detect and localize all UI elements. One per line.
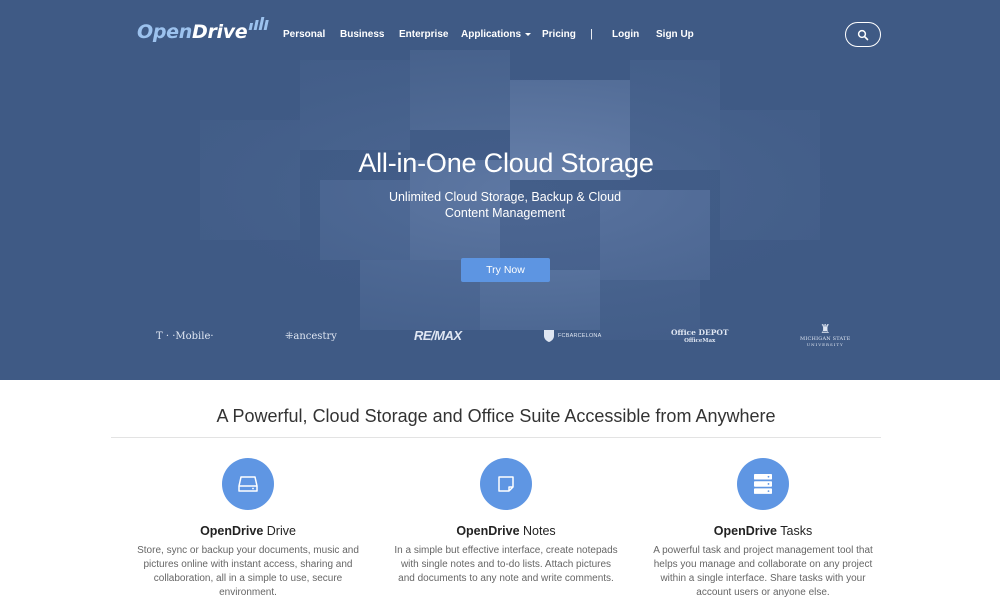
fc-barcelona-logo: FCBARCELONA — [543, 329, 601, 343]
feature-title[interactable]: OpenDrive Notes — [381, 524, 631, 538]
feature-description: Store, sync or backup your documents, mu… — [123, 544, 373, 600]
try-now-button[interactable]: Try Now — [461, 258, 550, 282]
nav-business[interactable]: Business — [340, 29, 384, 40]
feature-title-brand: OpenDrive — [456, 524, 520, 538]
features-section-title: A Powerful, Cloud Storage and Office Sui… — [216, 406, 776, 426]
server-stack-icon[interactable] — [737, 458, 789, 510]
section-divider — [111, 437, 881, 438]
feature-description-line: In a simple but effective interface, cre… — [394, 545, 618, 556]
nav-applications[interactable]: Applications — [461, 29, 532, 40]
office-depot-logo-text: Office DEPOT — [671, 328, 729, 337]
michigan-state-logo: ♜ MICHIGAN STATE UNIVERSITY — [800, 322, 850, 348]
nav-applications-label: Applications — [461, 29, 522, 40]
opendrive-logo[interactable]: Open Drive — [137, 17, 270, 43]
feature-title-product: Tasks — [777, 524, 813, 538]
top-navigation: Open Drive Personal Business Enterprise A… — [0, 0, 1000, 70]
ancestry-logo-text: ancestry — [293, 331, 337, 342]
spartan-helmet-icon: ♜ — [819, 322, 831, 336]
feature-description-line: collaboration, all in a simple to use, s… — [153, 573, 343, 584]
nav-enterprise[interactable]: Enterprise — [399, 29, 448, 40]
hero-section: Open Drive Personal Business Enterprise A… — [0, 0, 1000, 380]
feature-description: A powerful task and project management t… — [638, 544, 888, 600]
feature-title-brand: OpenDrive — [713, 524, 777, 538]
hero-title: All-in-One Cloud Storage — [358, 148, 654, 178]
notes-icon[interactable] — [480, 458, 532, 510]
feature-notes: OpenDrive Notes In a simple but effectiv… — [381, 458, 631, 586]
officemax-logo-text: OfficeMax — [684, 338, 716, 344]
fc-barcelona-logo-text: FCBARCELONA — [558, 333, 602, 339]
logo-text-open: Open — [137, 21, 192, 43]
feature-title-product: Notes — [519, 524, 556, 538]
feature-description-line: environment. — [219, 587, 277, 598]
nav-separator: | — [590, 28, 593, 40]
feature-description: In a simple but effective interface, cre… — [381, 544, 631, 586]
nav-login[interactable]: Login — [612, 29, 639, 40]
feature-description-line: with single notes and to-do lists. Attac… — [400, 559, 612, 570]
feature-title[interactable]: OpenDrive Drive — [123, 524, 373, 538]
nav-pricing[interactable]: Pricing — [542, 29, 576, 40]
feature-tasks: OpenDrive Tasks A powerful task and proj… — [638, 458, 888, 600]
search-icon — [857, 29, 869, 40]
hero-subtitle-line: Content Management — [444, 206, 566, 220]
feature-description-line: helps you manage and collaborate on any … — [653, 559, 873, 570]
feature-drive: OpenDrive Drive Store, sync or backup yo… — [123, 458, 373, 600]
ancestry-logo: ⁜ancestry — [285, 331, 337, 342]
tmobile-logo: T · ·Mobile· — [156, 331, 214, 342]
logo-text-drive: Drive — [191, 21, 248, 43]
university-logo-text: UNIVERSITY — [806, 342, 844, 347]
office-depot-logo: Office DEPOT OfficeMax — [671, 329, 728, 345]
hero-subtitle-line: Unlimited Cloud Storage, Backup & Cloud — [388, 190, 622, 204]
search-button[interactable] — [845, 22, 881, 47]
feature-description-line: A powerful task and project management t… — [653, 545, 873, 556]
nav-personal[interactable]: Personal — [283, 29, 325, 40]
logo-bars-icon — [249, 17, 270, 30]
caret-down-icon — [525, 32, 532, 36]
crest-icon — [544, 330, 554, 342]
remax-logo: RE/MAX — [414, 328, 462, 343]
feature-description-line: pictures online with instant access, sha… — [143, 559, 353, 570]
feature-description-line: and documents to any note and write comm… — [398, 573, 614, 584]
hard-drive-icon[interactable] — [222, 458, 274, 510]
feature-description-line: Store, sync or backup your documents, mu… — [137, 545, 359, 556]
feature-description-line: account users or anyone else. — [696, 587, 830, 598]
hero-subtitle: Unlimited Cloud Storage, Backup & Cloud … — [0, 189, 1000, 221]
feature-description-line: within a single interface. Share tasks w… — [660, 573, 866, 584]
feature-title-product: Drive — [263, 524, 296, 538]
nav-sign-up[interactable]: Sign Up — [656, 29, 694, 40]
feature-title-brand: OpenDrive — [200, 524, 264, 538]
feature-title[interactable]: OpenDrive Tasks — [638, 524, 888, 538]
